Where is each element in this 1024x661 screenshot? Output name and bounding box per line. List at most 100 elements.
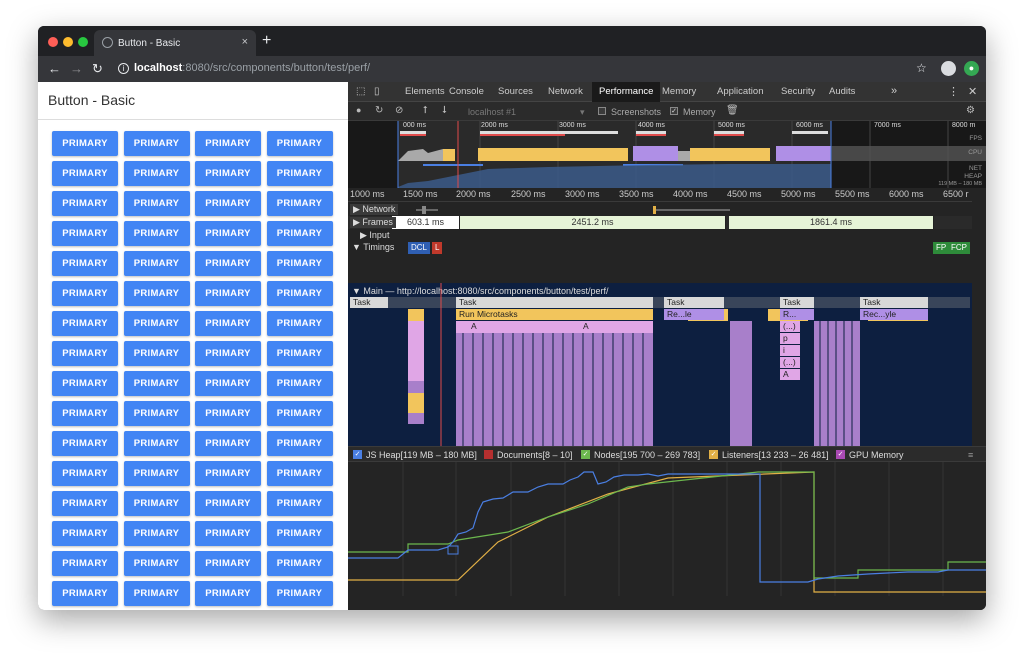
primary-button[interactable]: PRIMARY <box>52 131 118 156</box>
address-bar[interactable]: i localhost:8080/src/components/button/t… <box>114 59 904 79</box>
primary-button[interactable]: PRIMARY <box>123 311 190 336</box>
primary-button[interactable]: PRIMARY <box>195 311 261 336</box>
tab-network[interactable]: Network <box>541 82 590 102</box>
primary-button[interactable]: PRIMARY <box>195 371 261 396</box>
primary-button[interactable]: PRIMARY <box>195 431 261 456</box>
task-block[interactable]: Task <box>664 297 724 308</box>
primary-button[interactable]: PRIMARY <box>52 341 118 366</box>
primary-button[interactable]: PRIMARY <box>123 461 190 486</box>
main-thread-flamechart[interactable]: ▼ Main — http://localhost:8080/src/compo… <box>348 283 972 446</box>
primary-button[interactable]: PRIMARY <box>266 341 333 366</box>
frame-block[interactable]: 1861.4 ms <box>729 216 934 229</box>
tab-console[interactable]: Console <box>442 82 491 102</box>
primary-button[interactable]: PRIMARY <box>195 161 261 186</box>
chevron-down-icon[interactable]: ▾ <box>580 107 585 118</box>
primary-button[interactable]: PRIMARY <box>123 581 190 606</box>
memory-checkbox[interactable]: ✓ <box>670 107 678 115</box>
task-block[interactable]: Task <box>780 297 814 308</box>
gpu-memory-checkbox[interactable]: ✓ <box>836 450 845 459</box>
primary-button[interactable]: PRIMARY <box>195 581 261 606</box>
device-toolbar-icon[interactable]: ▯ <box>374 86 380 97</box>
close-window-button[interactable] <box>48 37 58 47</box>
primary-button[interactable]: PRIMARY <box>52 161 118 186</box>
primary-button[interactable]: PRIMARY <box>52 581 118 606</box>
extension-icon[interactable]: ● <box>964 61 979 76</box>
frames-track-label[interactable]: ▶ Frames <box>350 217 396 228</box>
nodes-checkbox[interactable]: ✓ <box>581 450 590 459</box>
input-track-label[interactable]: ▶ Input <box>360 230 389 241</box>
primary-button[interactable]: PRIMARY <box>195 521 261 546</box>
recalc-block[interactable]: R... <box>780 309 814 320</box>
primary-button[interactable]: PRIMARY <box>266 461 333 486</box>
primary-button[interactable]: PRIMARY <box>52 551 118 576</box>
recalc-style-block[interactable]: Re...le <box>664 309 724 320</box>
fp-marker[interactable]: FP <box>933 242 950 254</box>
reload-profile-icon[interactable]: ↻ <box>375 105 383 116</box>
tab-security[interactable]: Security <box>774 82 822 102</box>
documents-checkbox[interactable] <box>484 450 493 459</box>
more-tabs-icon[interactable]: » <box>891 85 897 97</box>
primary-button[interactable]: PRIMARY <box>123 251 190 276</box>
primary-button[interactable]: PRIMARY <box>52 251 118 276</box>
record-icon[interactable]: ● <box>356 105 361 115</box>
primary-button[interactable]: PRIMARY <box>266 581 333 606</box>
load-profile-icon[interactable]: ⭡ <box>423 105 428 116</box>
frames-track[interactable]: ▶ Frames 603.1 ms 2451.2 ms 1861.4 ms <box>348 216 972 229</box>
clear-icon[interactable]: ⊘ <box>395 105 403 116</box>
primary-button[interactable]: PRIMARY <box>123 191 190 216</box>
trash-icon[interactable]: 🗑 <box>726 105 739 116</box>
fcp-marker[interactable]: FCP <box>948 242 970 254</box>
primary-button[interactable]: PRIMARY <box>52 281 118 306</box>
primary-button[interactable]: PRIMARY <box>52 461 118 486</box>
forward-arrow-icon[interactable]: → <box>70 61 83 76</box>
profile-select[interactable]: localhost #1 <box>468 107 516 117</box>
dcl-marker[interactable]: DCL <box>408 242 431 254</box>
primary-button[interactable]: PRIMARY <box>52 431 118 456</box>
listeners-checkbox[interactable]: ✓ <box>709 450 718 459</box>
primary-button[interactable]: PRIMARY <box>123 431 190 456</box>
task-block[interactable]: Task <box>350 297 388 308</box>
new-tab-button[interactable]: + <box>262 32 271 50</box>
primary-button[interactable]: PRIMARY <box>52 191 118 216</box>
primary-button[interactable]: PRIMARY <box>195 401 261 426</box>
primary-button[interactable]: PRIMARY <box>123 131 190 156</box>
tab-close-icon[interactable]: × <box>242 36 248 48</box>
tab-memory[interactable]: Memory <box>655 82 703 102</box>
function-call-block[interactable]: (...) <box>780 321 800 332</box>
primary-button[interactable]: PRIMARY <box>195 281 261 306</box>
network-track[interactable]: ▶ Network <box>348 203 972 216</box>
primary-button[interactable]: PRIMARY <box>123 341 190 366</box>
primary-button[interactable]: PRIMARY <box>266 401 333 426</box>
primary-button[interactable]: PRIMARY <box>195 221 261 246</box>
memory-chart[interactable] <box>348 462 986 596</box>
menu-lines-icon[interactable]: ≡ <box>968 450 973 460</box>
devtools-menu-icon[interactable]: ⋮ <box>948 85 959 98</box>
function-call-block[interactable]: A <box>468 321 508 332</box>
frame-block[interactable]: 603.1 ms <box>392 216 460 229</box>
primary-button[interactable]: PRIMARY <box>52 521 118 546</box>
primary-button[interactable]: PRIMARY <box>52 221 118 246</box>
primary-button[interactable]: PRIMARY <box>266 521 333 546</box>
browser-tab[interactable]: Button - Basic × <box>94 30 256 56</box>
primary-button[interactable]: PRIMARY <box>195 461 261 486</box>
run-microtasks-block[interactable]: Run Microtasks <box>456 309 653 320</box>
primary-button[interactable]: PRIMARY <box>266 161 333 186</box>
timings-track-label[interactable]: ▼ Timings <box>352 242 394 252</box>
profile-avatar-icon[interactable] <box>941 61 956 76</box>
primary-button[interactable]: PRIMARY <box>266 551 333 576</box>
function-call-block[interactable]: (...) <box>780 357 800 368</box>
primary-button[interactable]: PRIMARY <box>123 401 190 426</box>
devtools-close-icon[interactable]: ✕ <box>968 85 977 98</box>
function-call-block[interactable]: A <box>580 321 620 332</box>
primary-button[interactable]: PRIMARY <box>266 191 333 216</box>
primary-button[interactable]: PRIMARY <box>195 551 261 576</box>
tab-sources[interactable]: Sources <box>491 82 540 102</box>
function-call-block[interactable]: A <box>780 369 800 380</box>
task-block[interactable]: Task <box>456 297 653 308</box>
frame-block[interactable]: 2451.2 ms <box>460 216 726 229</box>
primary-button[interactable]: PRIMARY <box>123 521 190 546</box>
primary-button[interactable]: PRIMARY <box>123 491 190 516</box>
minimize-window-button[interactable] <box>63 37 73 47</box>
primary-button[interactable]: PRIMARY <box>266 281 333 306</box>
timeline-overview[interactable]: 000 ms 2000 ms 3000 ms 4000 ms 5000 ms 6… <box>348 121 986 188</box>
